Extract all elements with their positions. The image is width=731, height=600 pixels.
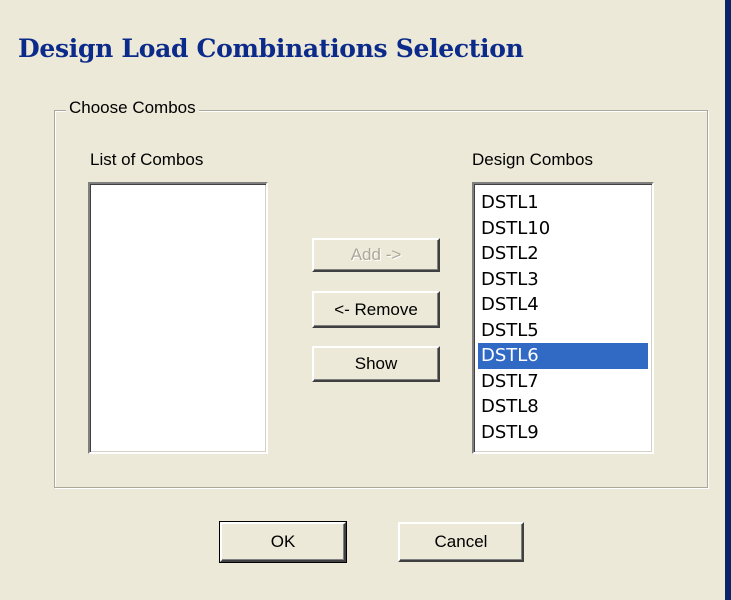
design-combo-item[interactable]: DSTL7 xyxy=(478,369,648,395)
design-combo-item[interactable]: DSTL2 xyxy=(478,241,648,267)
design-combos-items: DSTL1 DSTL10 DSTL2 DSTL3 DSTL4 DSTL5 DSTL6 DSTL… xyxy=(478,190,648,445)
design-combo-item[interactable]: DSTL4 xyxy=(478,292,648,318)
design-combo-item[interactable]: DSTL8 xyxy=(478,394,648,420)
ok-button-label: OK xyxy=(270,532,296,551)
list-of-combos-label: List of Combos xyxy=(90,150,204,169)
remove-button[interactable]: <- Remove xyxy=(312,291,440,328)
design-combo-item[interactable]: DSTL5 xyxy=(478,318,648,344)
remove-button-label: <- Remove xyxy=(334,299,418,319)
title-bar[interactable]: Design Load Combinations Selection xyxy=(0,10,725,80)
design-combos-listbox[interactable]: DSTL1 DSTL10 DSTL2 DSTL3 DSTL4 DSTL5 DSTL6 DSTL… xyxy=(472,182,654,454)
add-button-label: Add -> xyxy=(350,245,402,264)
add-button[interactable]: Add -> xyxy=(312,238,440,272)
design-combo-item[interactable]: DSTL3 xyxy=(478,267,648,293)
design-combos-label: Design Combos xyxy=(472,150,593,169)
design-combo-item[interactable]: DSTL9 xyxy=(478,420,648,446)
design-combo-item[interactable]: DSTL10 xyxy=(478,216,648,242)
show-button[interactable]: Show xyxy=(312,346,440,382)
design-combo-item[interactable]: DSTL6 xyxy=(478,343,648,369)
dialog-window: Design Load Combinations Selection Choos… xyxy=(0,0,731,600)
cancel-button-label: Cancel xyxy=(434,532,488,551)
dialog-title: Design Load Combinations Selection xyxy=(18,34,524,63)
list-of-combos-listbox[interactable] xyxy=(88,182,268,454)
cancel-button[interactable]: Cancel xyxy=(398,522,524,562)
choose-combos-legend: Choose Combos xyxy=(66,98,199,118)
ok-button[interactable]: OK xyxy=(219,521,347,563)
show-button-label: Show xyxy=(354,354,398,373)
design-combo-item[interactable]: DSTL1 xyxy=(478,190,648,216)
